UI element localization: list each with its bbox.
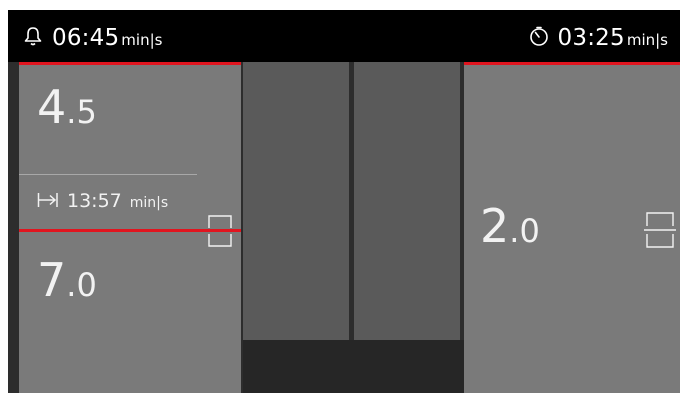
left-separator <box>19 174 197 175</box>
bottom-strip <box>243 340 464 393</box>
left-top-value[interactable]: 4.5 <box>37 84 97 130</box>
timer-value: 03:25 <box>557 25 625 51</box>
total-time-value: 06:45 <box>52 25 120 51</box>
timer-icon <box>529 26 548 46</box>
left-bottom-value-decimal: .0 <box>66 266 97 304</box>
left-top-value-integer: 4 <box>37 80 67 134</box>
split-handle-icon[interactable] <box>207 214 233 248</box>
right-top-accent-line <box>464 62 680 65</box>
interval-display: 13:57 min|s <box>37 189 168 212</box>
split-handle-icon[interactable] <box>644 210 676 250</box>
right-value-integer: 2 <box>480 199 510 253</box>
interval-icon <box>37 193 58 207</box>
right-value[interactable]: 2.0 <box>480 203 540 249</box>
bell-icon <box>24 27 42 46</box>
interval-value: 13:57 <box>67 190 122 212</box>
left-bottom-value-integer: 7 <box>37 253 67 307</box>
segment-bar-2[interactable] <box>354 62 460 340</box>
segment-bar-1[interactable] <box>243 62 349 340</box>
timer-display: 03:25 min|s <box>528 23 668 51</box>
right-zone-panel[interactable]: 2.0 <box>464 62 680 393</box>
interval-unit: min|s <box>129 195 169 211</box>
left-top-accent-line <box>19 62 241 65</box>
total-time-unit: min|s <box>121 31 163 49</box>
total-time-display: 06:45 min|s <box>22 23 162 51</box>
left-top-value-decimal: .5 <box>66 93 97 131</box>
device-screen: 06:45 min|s 03:25 min|s 4.5 13:57 min|s … <box>8 10 680 393</box>
left-zone-panel[interactable]: 4.5 13:57 min|s 7.0 <box>19 62 241 393</box>
timer-unit: min|s <box>626 31 668 49</box>
top-status-bar: 06:45 min|s 03:25 min|s <box>8 10 680 62</box>
right-value-decimal: .0 <box>509 212 540 250</box>
left-bottom-value[interactable]: 7.0 <box>37 257 97 303</box>
